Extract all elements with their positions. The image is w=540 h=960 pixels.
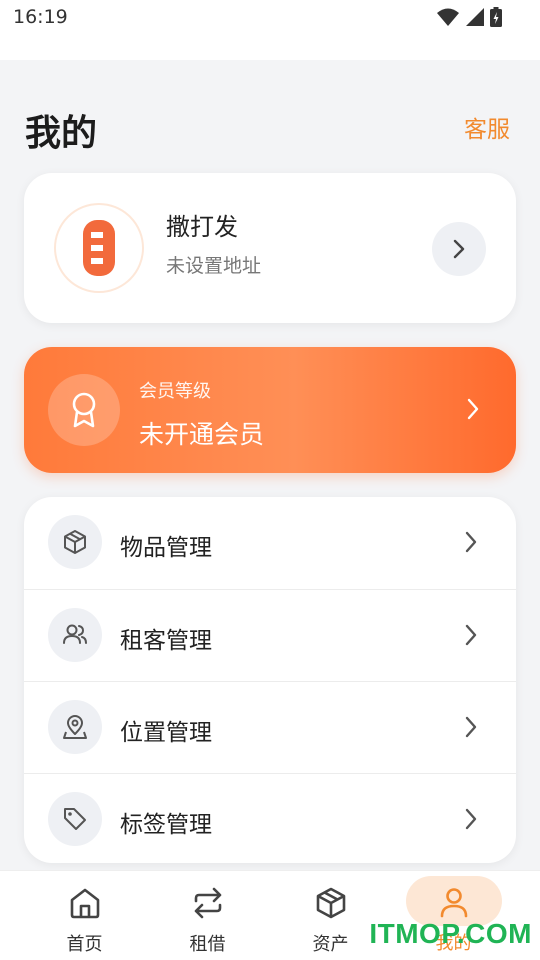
box-icon xyxy=(311,883,351,923)
page-title: 我的 xyxy=(25,113,98,154)
chevron-right-icon xyxy=(464,807,478,835)
chevron-right-icon xyxy=(464,530,478,558)
avatar xyxy=(54,203,144,293)
chevron-right-icon xyxy=(464,715,478,743)
menu-item-label: 标签管理 xyxy=(120,812,212,838)
user-icon xyxy=(434,882,474,922)
nav-tab-rent[interactable]: 租借 xyxy=(140,871,275,960)
header: 我的 客服 xyxy=(0,60,540,170)
nav-label: 租借 xyxy=(189,934,226,955)
customer-service-link[interactable]: 客服 xyxy=(464,110,510,144)
profile-name: 撒打发 xyxy=(166,213,238,241)
menu-item-label: 位置管理 xyxy=(120,720,212,746)
chevron-right-icon xyxy=(453,239,465,259)
member-status: 未开通会员 xyxy=(139,420,265,449)
management-menu: 物品管理 租客管理 位置管理 标签管理 xyxy=(24,497,516,863)
home-icon xyxy=(65,883,105,923)
menu-item-label: 物品管理 xyxy=(120,535,212,561)
menu-item-tags[interactable]: 标签管理 xyxy=(24,773,516,863)
menu-item-items[interactable]: 物品管理 xyxy=(24,497,516,589)
chevron-right-icon xyxy=(466,397,480,425)
nav-tab-home[interactable]: 首页 xyxy=(17,871,152,960)
box-icon xyxy=(48,515,102,569)
status-time: 16:19 xyxy=(13,6,68,28)
chevron-right-icon xyxy=(464,623,478,651)
award-ribbon-icon xyxy=(72,392,96,428)
status-icons xyxy=(436,7,502,31)
menu-item-label: 租客管理 xyxy=(120,628,212,654)
member-badge xyxy=(48,374,120,446)
profile-address: 未设置地址 xyxy=(166,255,262,277)
app-logo-icon xyxy=(83,220,115,276)
nav-label: 首页 xyxy=(66,934,103,955)
battery-icon xyxy=(490,7,502,31)
users-icon xyxy=(48,608,102,662)
wifi-icon xyxy=(436,7,460,31)
profile-card[interactable]: 撒打发 未设置地址 xyxy=(24,173,516,323)
signal-icon xyxy=(465,7,485,31)
location-pin-icon xyxy=(48,700,102,754)
watermark: ITMOP.COM xyxy=(369,918,532,949)
menu-item-tenants[interactable]: 租客管理 xyxy=(24,589,516,681)
swap-icon xyxy=(188,883,228,923)
status-bar: 16:19 xyxy=(0,0,540,60)
member-card[interactable]: 会员等级 未开通会员 xyxy=(24,347,516,473)
profile-arrow-button[interactable] xyxy=(432,222,486,276)
menu-item-locations[interactable]: 位置管理 xyxy=(24,681,516,773)
member-level-label: 会员等级 xyxy=(139,381,211,402)
tag-icon xyxy=(48,792,102,846)
